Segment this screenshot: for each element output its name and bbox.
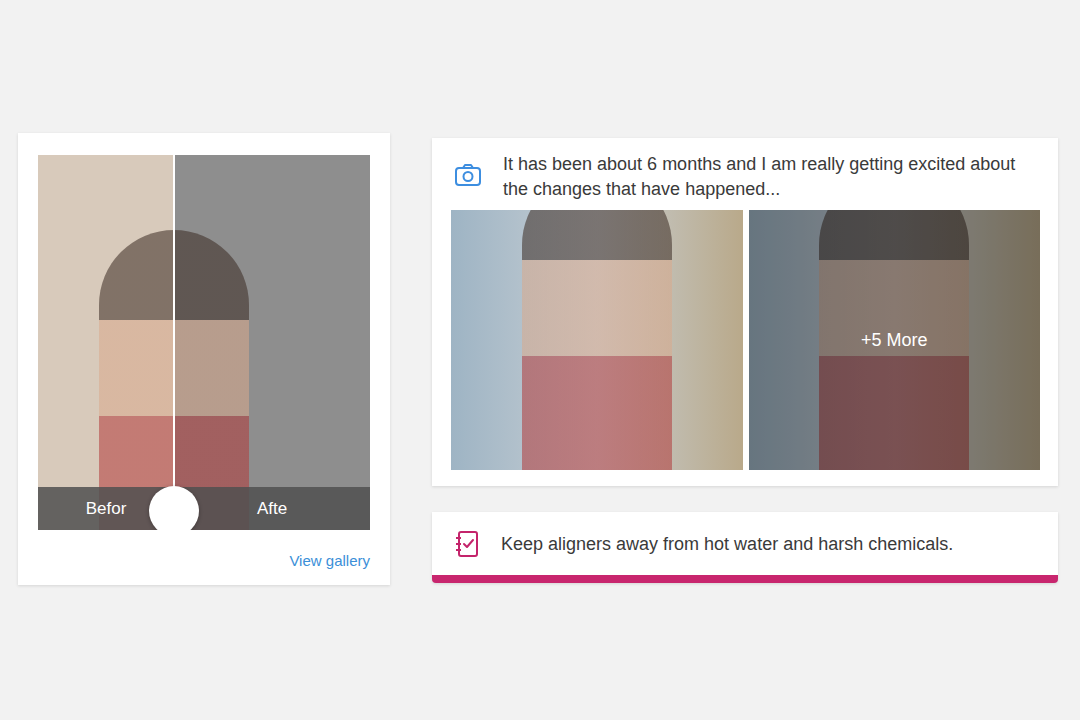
page: Befor Afte View gallery It has been abou… — [0, 0, 1080, 720]
person-figure — [99, 230, 174, 530]
before-after-slider[interactable]: Befor Afte — [38, 155, 370, 530]
more-photos-overlay[interactable]: +5 More — [749, 210, 1041, 470]
link-row: View gallery — [38, 530, 370, 569]
photo-row: +5 More — [451, 210, 1040, 470]
checklist-icon — [454, 530, 480, 558]
slider-divider — [173, 155, 175, 530]
view-gallery-link[interactable]: View gallery — [289, 552, 370, 569]
tip-text: Keep aligners away from hot water and ha… — [501, 532, 953, 557]
update-text: It has been about 6 months and I am real… — [503, 152, 1040, 202]
more-photos-count: +5 More — [861, 330, 928, 351]
after-label: Afte — [174, 499, 370, 519]
before-after-card: Befor Afte View gallery — [18, 133, 390, 585]
update-card: It has been about 6 months and I am real… — [432, 138, 1058, 486]
person-figure — [522, 210, 672, 470]
slider-handle[interactable] — [149, 486, 199, 530]
progress-photo[interactable] — [451, 210, 743, 470]
right-column: It has been about 6 months and I am real… — [432, 138, 1058, 583]
update-header: It has been about 6 months and I am real… — [451, 152, 1040, 202]
person-figure — [174, 230, 249, 530]
camera-icon — [454, 162, 482, 188]
label-bar: Befor Afte — [38, 487, 370, 530]
tip-card: Keep aligners away from hot water and ha… — [432, 512, 1058, 583]
progress-photo[interactable]: +5 More — [749, 210, 1041, 470]
after-photo — [174, 155, 370, 530]
before-photo — [38, 155, 174, 530]
